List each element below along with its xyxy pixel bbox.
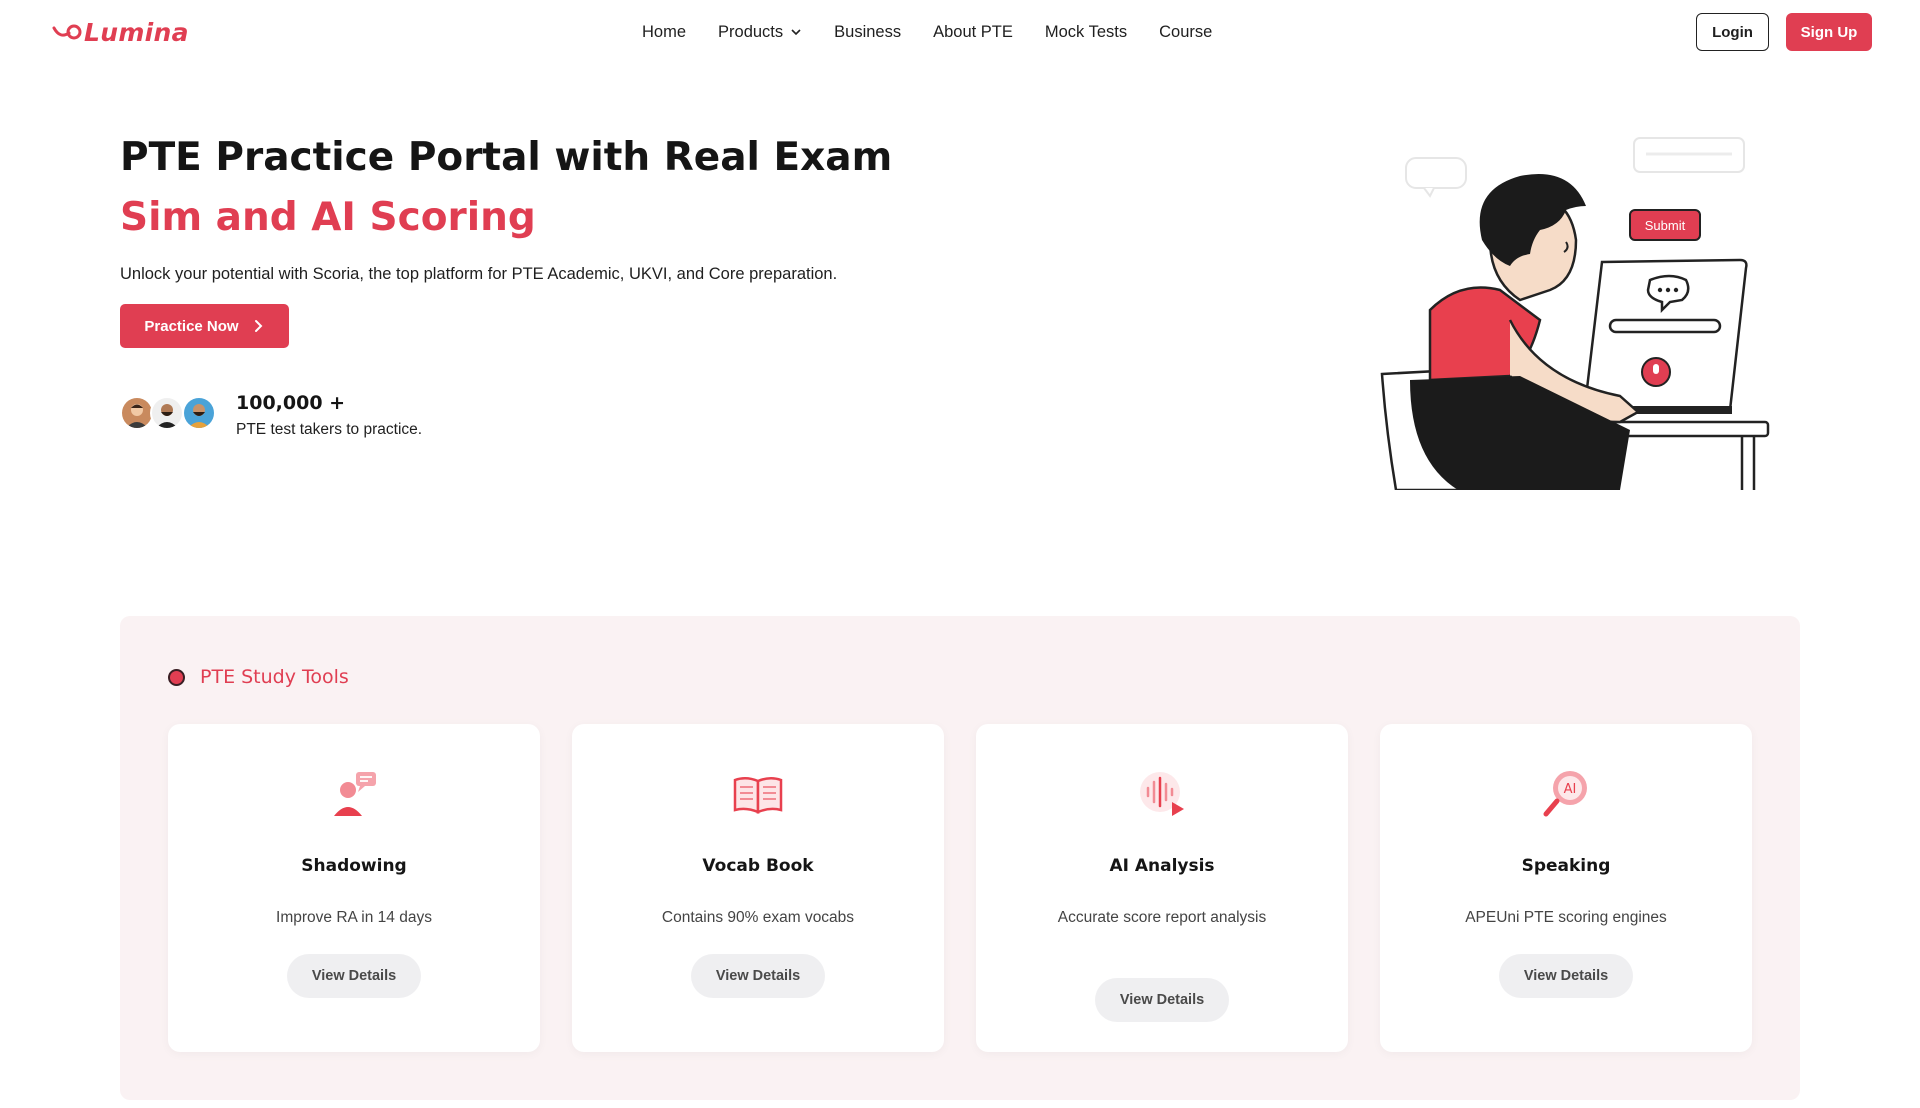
takers-label: PTE test takers to practice. <box>236 421 423 438</box>
card-description: Improve RA in 14 days <box>276 909 432 926</box>
signup-button[interactable]: Sign Up <box>1786 13 1872 51</box>
nav-about-pte-label: About PTE <box>933 22 1013 41</box>
tool-card-vocab-book[interactable]: Vocab Book Contains 90% exam vocabs View… <box>572 724 944 1052</box>
chevron-right-icon <box>254 320 263 332</box>
avatar <box>182 396 216 430</box>
logo[interactable]: Lumina <box>52 14 189 50</box>
ai-speaking-icon: AI <box>1543 771 1587 817</box>
nav-home-label: Home <box>642 22 687 41</box>
study-tools-section: PTE Study Tools Shadowing Improve RA in … <box>120 616 1800 1100</box>
avatar-group <box>120 396 220 432</box>
view-details-button[interactable]: View Details <box>1499 954 1633 998</box>
logo-text: Lumina <box>84 17 189 47</box>
nav-products-label: Products <box>718 22 784 41</box>
hero-illustration: Submit <box>1380 137 1770 490</box>
main-nav: Home Products Business About PTE Mock Te… <box>642 20 1244 44</box>
chevron-down-icon <box>791 29 801 36</box>
view-details-button[interactable]: View Details <box>691 954 825 998</box>
card-description: APEUni PTE scoring engines <box>1465 909 1667 926</box>
login-button[interactable]: Login <box>1696 13 1769 51</box>
nav-business[interactable]: Business <box>834 20 901 44</box>
heading-dot-icon <box>168 668 185 686</box>
speech-bubble-icon <box>1405 157 1467 189</box>
hero-subtitle: Unlock your potential with Scoria, the t… <box>120 265 838 283</box>
tool-card-ai-analysis[interactable]: AI Analysis Accurate score report analys… <box>976 724 1348 1052</box>
card-title: Vocab Book <box>702 856 814 876</box>
practice-now-button[interactable]: Practice Now <box>120 304 289 348</box>
view-details-button[interactable]: View Details <box>1095 978 1229 1022</box>
avatar <box>150 396 184 430</box>
study-tools-heading: PTE Study Tools <box>168 666 349 688</box>
card-description: Contains 90% exam vocabs <box>661 909 855 926</box>
tool-card-shadowing[interactable]: Shadowing Improve RA in 14 days View Det… <box>168 724 540 1052</box>
avatar-person-icon <box>184 398 214 428</box>
nav-mock-tests[interactable]: Mock Tests <box>1045 20 1127 44</box>
view-details-button[interactable]: View Details <box>287 954 421 998</box>
site-header: Lumina Home Products Business About PTE … <box>0 0 1920 64</box>
takers-count: 100,000 + <box>236 392 346 414</box>
hero-title: PTE Practice Portal with Real Exam Sim a… <box>120 128 960 248</box>
svg-text:AI: AI <box>1564 782 1577 797</box>
practice-now-label: Practice Now <box>144 317 239 335</box>
study-tools-title: PTE Study Tools <box>200 666 349 688</box>
avatar-person-icon <box>152 398 182 428</box>
submit-badge-label: Submit <box>1645 218 1686 233</box>
sound-wave-icon <box>1140 772 1184 816</box>
nav-mock-tests-label: Mock Tests <box>1044 22 1128 41</box>
shadowing-icon <box>334 772 376 816</box>
nav-home[interactable]: Home <box>642 20 686 44</box>
nav-business-label: Business <box>834 22 902 41</box>
nav-course[interactable]: Course <box>1159 20 1212 44</box>
hero-title-accent: Sim and AI Scoring <box>120 195 536 240</box>
avatar <box>120 396 154 430</box>
card-title: Shadowing <box>301 856 407 876</box>
card-title: Speaking <box>1521 856 1611 876</box>
logo-mark-icon <box>52 24 82 40</box>
nav-course-label: Course <box>1159 22 1213 41</box>
book-icon <box>733 777 783 814</box>
tool-card-speaking[interactable]: AI Speaking APEUni PTE scoring engines V… <box>1380 724 1752 1052</box>
nav-about-pte[interactable]: About PTE <box>933 20 1013 44</box>
card-title: AI Analysis <box>1109 856 1215 876</box>
avatar-person-icon <box>122 398 152 428</box>
hero-title-main: PTE Practice Portal with Real Exam <box>120 135 893 180</box>
card-description: Accurate score report analysis <box>1057 909 1267 926</box>
nav-products[interactable]: Products <box>718 20 802 44</box>
